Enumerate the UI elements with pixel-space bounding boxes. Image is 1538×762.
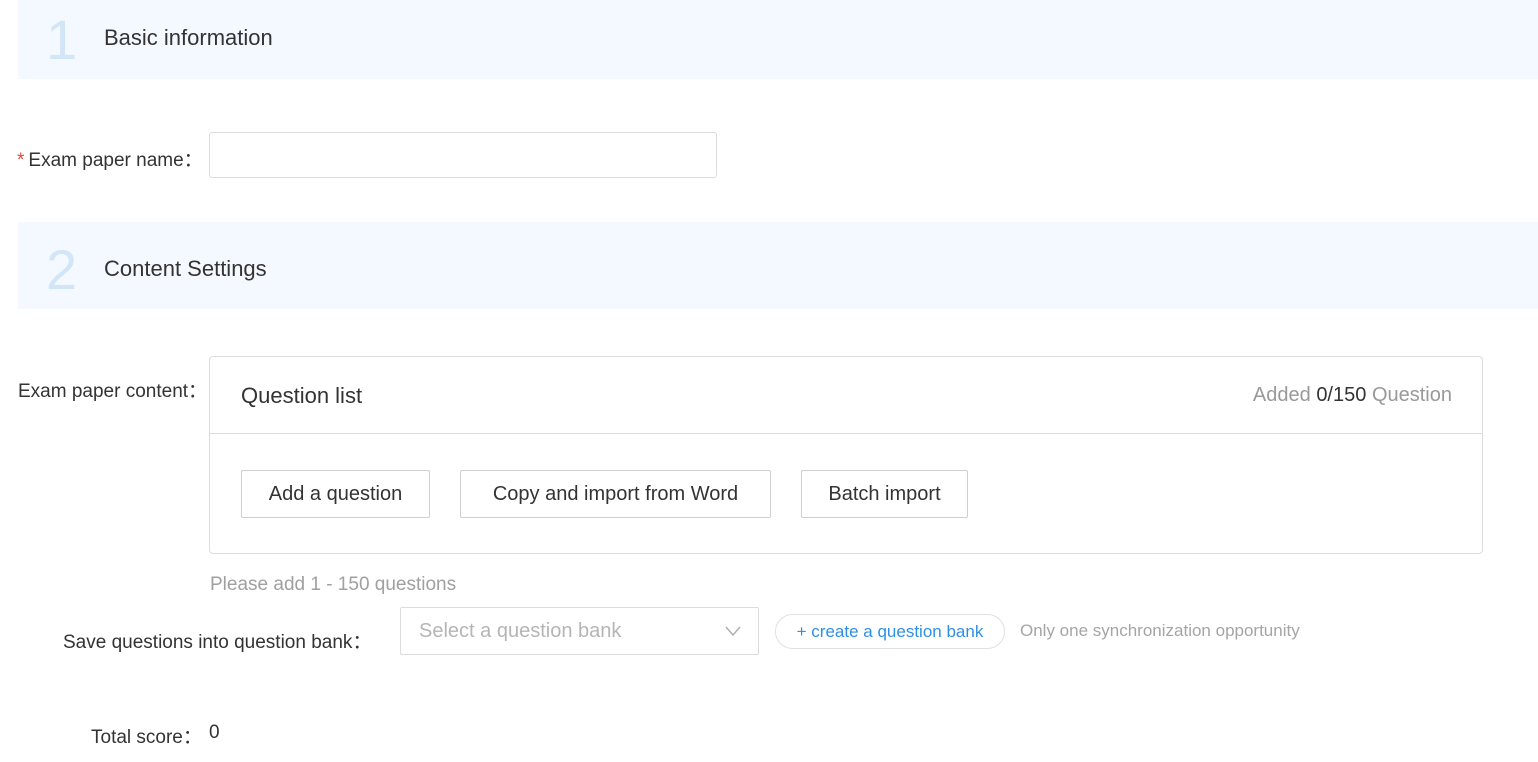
- chevron-down-icon: [724, 622, 742, 640]
- total-score-label: Total score：: [91, 722, 202, 749]
- exam-name-input[interactable]: [209, 132, 717, 178]
- copy-import-word-button[interactable]: Copy and import from Word: [460, 470, 771, 518]
- question-list-header: Question list Added 0/150 Question: [210, 357, 1482, 434]
- exam-name-label: * Exam paper name：: [17, 145, 203, 172]
- total-score-value: 0: [209, 722, 220, 743]
- required-mark: *: [17, 150, 25, 171]
- label-colon: ：: [352, 632, 372, 653]
- total-score-label-text: Total score: [91, 727, 183, 748]
- sync-note: Only one synchronization opportunity: [1020, 621, 1300, 640]
- section-title: Content Settings: [104, 256, 267, 281]
- label-colon: ：: [183, 150, 203, 171]
- exam-name-label-text: Exam paper name: [28, 150, 184, 171]
- question-count-prefix: Added: [1252, 384, 1311, 406]
- question-count: Added 0/150 Question: [1253, 384, 1452, 407]
- section-title: Basic information: [104, 25, 273, 50]
- section-header-content: 2 Content Settings: [18, 222, 1538, 309]
- question-count-suffix: Question: [1371, 384, 1452, 406]
- create-question-bank-button[interactable]: + create a question bank: [775, 614, 1005, 649]
- label-colon: ：: [182, 727, 202, 748]
- question-list-title: Question list: [241, 383, 363, 408]
- exam-content-label-text: Exam paper content: [18, 381, 189, 402]
- question-bank-select[interactable]: Select a question bank: [400, 607, 759, 655]
- question-count-value: 0/150: [1316, 384, 1367, 406]
- question-count-hint: Please add 1 - 150 questions: [210, 574, 457, 595]
- exam-content-label: Exam paper content：: [18, 376, 207, 403]
- question-bank-label-text: Save questions into question bank: [63, 632, 353, 653]
- section-number: 2: [46, 238, 78, 301]
- question-list-panel: Question list Added 0/150 Question Add a…: [209, 356, 1483, 554]
- label-colon: ：: [188, 381, 208, 402]
- question-bank-label: Save questions into question bank：: [63, 627, 371, 654]
- batch-import-button[interactable]: Batch import: [801, 470, 968, 518]
- section-header-basic: 1 Basic information: [18, 0, 1538, 79]
- add-question-button[interactable]: Add a question: [241, 470, 430, 518]
- question-bank-select-placeholder: Select a question bank: [419, 620, 622, 642]
- section-number: 1: [46, 8, 78, 71]
